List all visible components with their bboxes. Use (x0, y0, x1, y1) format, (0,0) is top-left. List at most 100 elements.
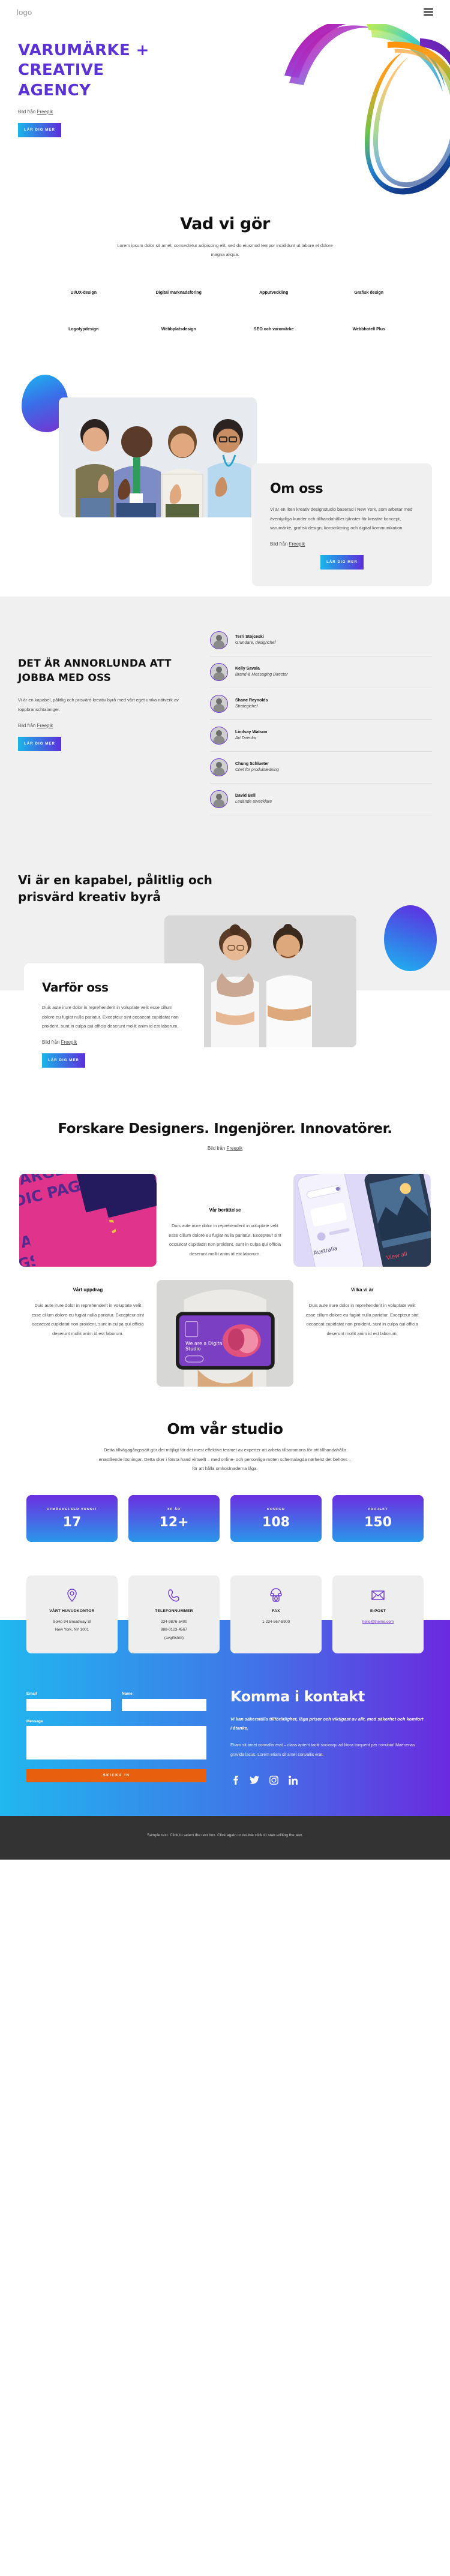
team-member-row[interactable]: Kelly Savala Brand & Messaging Director (210, 656, 432, 688)
team-member-list: Terri Stojceski Grundare, designchef Kel… (210, 625, 432, 815)
member-role: Brand & Messaging Director (235, 673, 288, 677)
services-grid: UI/UX-design Digital marknadsföring Appu… (0, 291, 450, 332)
social-links (230, 1775, 424, 1785)
phone-icon (133, 1587, 215, 1603)
why-image-credit: Bild från Freepik (42, 1040, 186, 1045)
team-member-row[interactable]: Shane Reynolds Strategichef (210, 688, 432, 720)
card-line: 888-0123-4567 (160, 1628, 188, 1632)
stats-lead: Detta tillvägagångssätt gör det möjligt … (98, 1447, 352, 1472)
hero-cta-button[interactable]: LÄR DIG MER (18, 122, 61, 137)
tablet-in-hand-photo: We are a Digital Studio (156, 1280, 294, 1387)
touch-subhead: Vi kan säkerställa tillförlitlighet, låg… (230, 1716, 424, 1731)
instagram-icon[interactable] (269, 1775, 278, 1785)
service-item[interactable]: Digital marknadsföring (131, 291, 227, 295)
team-member-row[interactable]: David Bell Ledande utvecklare (210, 784, 432, 815)
about-body: Vi är en liten kreativ designstudio base… (270, 506, 413, 531)
why-cta-button[interactable]: LÄR DIG MER (42, 1053, 85, 1068)
card-title: TELEFONNUMMER (155, 1608, 193, 1613)
twitter-icon[interactable] (250, 1775, 259, 1785)
message-label: Message (26, 1719, 43, 1724)
name-input[interactable] (122, 1699, 206, 1712)
service-item[interactable]: Logotypdesign (36, 327, 131, 332)
service-item[interactable]: Webbhotell Plus (322, 327, 417, 332)
site-logo[interactable]: logo (17, 8, 32, 17)
credit-link[interactable]: Freepik (289, 541, 305, 547)
hamburger-icon[interactable] (424, 8, 433, 16)
location-pin-icon (31, 1587, 113, 1603)
about-cta-button[interactable]: LÄR DIG MER (320, 555, 364, 570)
member-role: Grundare, designchef (235, 641, 276, 646)
card-title: VÅRT HUVUDKONTOR (49, 1608, 95, 1613)
submit-button[interactable]: SKICKA IN (26, 1769, 206, 1783)
why-us-section: Vi är en kapabel, pålitlig och prisvärd … (0, 840, 450, 1086)
block-body: Duis aute irure dolor in reprehenderit i… (169, 1223, 281, 1257)
service-item[interactable]: Grafisk design (322, 291, 417, 295)
about-image-credit: Bild från Freepik (270, 541, 414, 547)
message-textarea[interactable] (26, 1726, 206, 1760)
hero-section: VARUMÄRKE + CREATIVE AGENCY Bild från Fr… (0, 24, 450, 204)
card-line: 1-234-567-8900 (262, 1619, 290, 1624)
credit-link[interactable]: Freepik (61, 1040, 77, 1045)
contact-card-office: VÅRT HUVUDKONTOR SoHo 94 Broadway St New… (26, 1575, 118, 1653)
team-cta-button[interactable]: LÄR DIG MER (18, 736, 61, 751)
why-card-heading: Varför oss (42, 980, 109, 995)
card-body: hello@theme.com (337, 1618, 419, 1626)
fax-icon (235, 1587, 317, 1603)
stat-label: XP ÅR (167, 1507, 181, 1511)
credit-link[interactable]: Freepik (226, 1146, 242, 1151)
avatar (210, 790, 228, 808)
block-title: Vår berättelse (209, 1207, 241, 1213)
team-member-row[interactable]: Terri Stojceski Grundare, designchef (210, 629, 432, 656)
credit-prefix: Bild från (18, 109, 37, 115)
site-header: logo (0, 0, 450, 24)
message-field-wrap: Message (26, 1719, 206, 1760)
about-team-photo (59, 397, 257, 517)
graphic-design-photo: ARGECIA DIC PAGR ASCIAGE GSEGCIA APHIC G… (19, 1174, 157, 1267)
team-member-row[interactable]: Chung Schlueter Chef för produktledning (210, 752, 432, 784)
about-section: Om oss Vi är en liten kreativ designstud… (0, 363, 450, 586)
member-name: David Bell (235, 794, 256, 799)
card-body: 1-234-567-8900 (235, 1618, 317, 1626)
research-row-one: ARGECIA DIC PAGR ASCIAGE GSEGCIA APHIC G… (0, 1174, 450, 1267)
stat-card: KUNDER 108 (230, 1495, 322, 1542)
why-card: Varför oss Duis aute irure dolor in repr… (24, 963, 204, 1083)
facebook-icon[interactable] (230, 1775, 240, 1785)
stat-label: KUNDER (266, 1507, 286, 1511)
services-heading: Vad vi gör (180, 215, 270, 233)
service-item[interactable]: Apputveckling (226, 291, 322, 295)
credit-link[interactable]: Freepik (37, 723, 53, 728)
team-section: DET ÄR ANNORLUNDA ATT JOBBA MED OSS Vi ä… (0, 596, 450, 840)
card-body: SoHo 94 Broadway St New York, NY 1001 (31, 1618, 113, 1634)
card-line: 234-9876-5400 (160, 1619, 188, 1624)
research-row-two: Vårt uppdrag Duis aute irure dolor in re… (0, 1280, 450, 1387)
contact-cards: VÅRT HUVUDKONTOR SoHo 94 Broadway St New… (0, 1575, 450, 1653)
stat-card: XP ÅR 12+ (128, 1495, 220, 1542)
email-label: Email (26, 1691, 37, 1696)
avatar (210, 758, 228, 776)
linkedin-icon[interactable] (288, 1775, 298, 1785)
email-link[interactable]: hello@theme.com (362, 1620, 394, 1624)
credit-prefix: Bild från (42, 1040, 61, 1045)
services-section: Vad vi gör Lorem ipsum dolor sit amet, c… (0, 204, 450, 332)
block-body: Duis aute irure dolor in reprehenderit i… (305, 1303, 419, 1336)
service-item[interactable]: SEO och varumärke (226, 327, 322, 332)
svg-text:We are a Digital: We are a Digital (185, 1341, 224, 1346)
avatar (210, 662, 228, 681)
credit-link[interactable]: Freepik (37, 109, 53, 115)
team-member-row[interactable]: Lindsay Watson Art Director (210, 720, 432, 752)
stat-value: 17 (62, 1515, 82, 1530)
stat-label: PROJEKT (368, 1507, 388, 1511)
avatar (210, 694, 228, 713)
service-item[interactable]: UI/UX-design (36, 291, 131, 295)
service-item[interactable]: Webbplatsdesign (131, 327, 227, 332)
member-name: Shane Reynolds (235, 698, 268, 703)
footer-text[interactable]: Sample text. Click to select the text bo… (135, 1831, 315, 1839)
touch-body: Etiam sit amet convallis erat – class ap… (230, 1743, 415, 1757)
member-role: Art Director (235, 736, 257, 741)
card-body: 234-9876-5400 888-0123-4567 (avgiftsfrit… (133, 1618, 215, 1643)
contact-card-email: E-POST hello@theme.com (332, 1575, 424, 1653)
decorative-blue-blob (384, 905, 437, 971)
card-line: (avgiftsfritt) (164, 1635, 184, 1640)
email-input[interactable] (26, 1699, 111, 1712)
colorful-swirl-graphic (284, 24, 450, 195)
